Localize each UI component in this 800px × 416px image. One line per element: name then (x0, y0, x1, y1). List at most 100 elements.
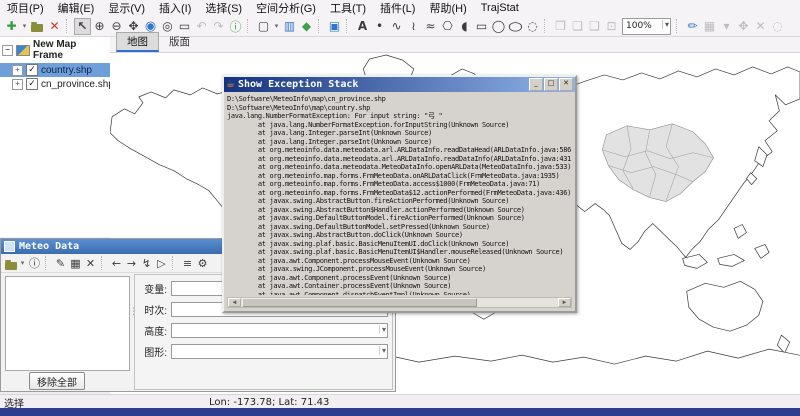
layer-label: country.shp (41, 65, 92, 76)
rectangle-tool-icon[interactable]: ▭ (473, 18, 490, 35)
paste-graphic-icon[interactable]: ❑ (586, 18, 603, 35)
animate-icon[interactable]: ↯ (139, 256, 154, 271)
map-frame-node[interactable]: − New Map Frame (0, 37, 110, 63)
settings-icon[interactable]: ⚙ (195, 256, 210, 271)
separator (544, 19, 549, 33)
next-time-icon[interactable]: → (124, 256, 139, 271)
menu-item[interactable]: 插入(I) (152, 0, 198, 17)
delete-feature-icon[interactable]: ✕ (752, 18, 769, 35)
stack-trace-line: at javax.swing.JComponent.processMouseEv… (227, 265, 572, 274)
menu-item[interactable]: 项目(P) (0, 0, 51, 17)
menu-item[interactable]: 帮助(H) (422, 0, 473, 17)
maximize-button[interactable]: □ (544, 78, 558, 91)
graphic-field-row: 图形: (139, 344, 388, 359)
field-combo[interactable] (171, 344, 388, 359)
tab-layout[interactable]: 版面 (159, 33, 200, 52)
layer-checkbox[interactable]: ✓ (26, 64, 38, 76)
zoom-in-icon[interactable]: ⊕ (91, 18, 108, 35)
select-features-icon[interactable]: ▢ (255, 18, 272, 35)
stack-trace-line: at java.awt.Container.processEvent(Unkno… (227, 282, 572, 291)
measurement-icon[interactable]: ▥ (281, 18, 298, 35)
save-edits-icon[interactable]: ▦ (701, 18, 718, 35)
text-tool-icon[interactable]: A (354, 18, 371, 35)
scroll-thumb[interactable] (242, 298, 477, 307)
label-icon[interactable]: ◆ (298, 18, 315, 35)
stack-trace-area[interactable]: D:\Software\MeteoInfo\map\cn_province.sh… (227, 95, 572, 295)
play-icon[interactable]: ▷ (154, 256, 169, 271)
curve-tool-icon[interactable]: ≈ (422, 18, 439, 35)
identify-icon[interactable]: ⓘ (227, 18, 244, 35)
menu-item[interactable]: 编辑(E) (51, 0, 102, 17)
polyline-tool-icon[interactable]: ∿ (388, 18, 405, 35)
remove-layer-icon[interactable]: ✕ (46, 18, 63, 35)
polygon-tool-icon[interactable]: ⎔ (439, 18, 456, 35)
redo-icon[interactable]: ↷ (210, 18, 227, 35)
menu-item[interactable]: 空间分析(G) (249, 0, 323, 17)
dialog-hscrollbar[interactable]: ◄ ► (227, 297, 572, 308)
previous-time-icon[interactable]: ← (109, 256, 124, 271)
panel-splitter[interactable]: ⋮ (129, 309, 133, 339)
select-tool-icon[interactable]: ↖ (74, 18, 91, 35)
layer-cn-province[interactable]: + ✓ cn_province.shp (0, 77, 110, 91)
select-features-caret-icon[interactable]: ▾ (272, 18, 281, 35)
remove-data-icon[interactable]: ✕ (83, 256, 98, 271)
stack-trace-line: at javax.swing.DefaultButtonModel.setPre… (227, 223, 572, 232)
remove-all-button[interactable]: 移除全部 (29, 372, 85, 390)
separator (676, 19, 681, 33)
stack-trace-line: at org.meteoinfo.map.forms.FrmMeteoData.… (227, 172, 572, 181)
minimize-button[interactable]: _ (529, 78, 543, 91)
menu-item[interactable]: TrajStat (474, 1, 526, 15)
dialog-title-bar[interactable]: ☕ Show Exception Stack _□✕ (224, 77, 575, 92)
stack-trace-line: at javax.swing.plaf.basic.BasicMenuItemU… (227, 248, 572, 257)
map-frame-label: New Map Frame (33, 39, 108, 61)
copy-graphic-icon[interactable]: ❏ (569, 18, 586, 35)
stack-trace-line: at java.lang.Integer.parseInt(Unknown So… (227, 129, 572, 138)
freehand-tool-icon[interactable]: ≀ (405, 18, 422, 35)
open-data-caret-icon[interactable]: ▾ (18, 256, 27, 271)
legend-panel: − New Map Frame + ✓ country.shp + ✓ cn_p… (0, 37, 111, 237)
collapse-icon[interactable]: − (2, 45, 13, 56)
zoom-level-combo[interactable]: 100% (622, 18, 671, 35)
open-data-icon[interactable] (3, 256, 18, 271)
lasso-select-icon[interactable]: ◌ (769, 18, 786, 35)
stack-trace-line: at org.meteoinfo.data.meteodata.arl.ARLD… (227, 146, 572, 155)
export-image-icon[interactable]: ▣ (326, 18, 343, 35)
add-layer-caret-icon[interactable]: ▾ (20, 18, 29, 35)
undo-icon[interactable]: ↶ (193, 18, 210, 35)
status-coordinates: Lon: -173.78; Lat: 71.43 (209, 397, 329, 408)
field-combo[interactable] (171, 323, 388, 338)
data-info-icon[interactable]: ⓘ (27, 256, 42, 271)
stack-trace-line: at org.meteoinfo.map.forms.FrmMeteoData$… (227, 189, 572, 198)
menu-item[interactable]: 选择(S) (198, 0, 249, 17)
edit-vertices-icon[interactable]: ✏ (684, 18, 701, 35)
draw-setting-icon[interactable]: ✎ (53, 256, 68, 271)
save-graphic-icon[interactable]: ❐ (552, 18, 569, 35)
layer-country[interactable]: + ✓ country.shp (0, 63, 110, 77)
zoom-to-extent-icon[interactable]: ▭ (176, 18, 193, 35)
close-button[interactable]: ✕ (559, 78, 573, 91)
menu-item[interactable]: 插件(L) (373, 0, 422, 17)
menu-item[interactable]: 显示(V) (101, 0, 152, 17)
layer-checkbox[interactable]: ✓ (26, 78, 38, 90)
ellipse-tool-icon[interactable]: ○ (503, 18, 528, 35)
add-layer-icon[interactable]: ✚ (3, 18, 20, 35)
meteo-dataset-list[interactable] (5, 276, 130, 371)
edit-caret-icon[interactable]: ▾ (718, 18, 735, 35)
tab-map[interactable]: 地图 (116, 32, 159, 52)
list-icon[interactable]: ≡ (180, 256, 195, 271)
expand-icon[interactable]: + (12, 65, 23, 76)
scroll-right-icon[interactable]: ► (558, 298, 571, 307)
menu-item[interactable]: 工具(T) (323, 0, 373, 17)
expand-icon[interactable]: + (12, 79, 23, 90)
curve-polygon-tool-icon[interactable]: ◖ (456, 18, 473, 35)
data-table-icon[interactable]: ▦ (68, 256, 83, 271)
stack-trace-line: at java.awt.Component.processEvent(Unkno… (227, 274, 572, 283)
move-feature-icon[interactable]: ✥ (735, 18, 752, 35)
zoom-graphic-icon[interactable]: ⊡ (603, 18, 620, 35)
level-field-row: 高度: (139, 323, 388, 338)
open-file-icon[interactable] (29, 18, 46, 35)
scroll-left-icon[interactable]: ◄ (228, 298, 241, 307)
zoom-to-layer-icon[interactable]: ◎ (159, 18, 176, 35)
stack-trace-line: at javax.swing.DefaultButtonModel.fireAc… (227, 214, 572, 223)
point-tool-icon[interactable]: • (371, 18, 388, 35)
